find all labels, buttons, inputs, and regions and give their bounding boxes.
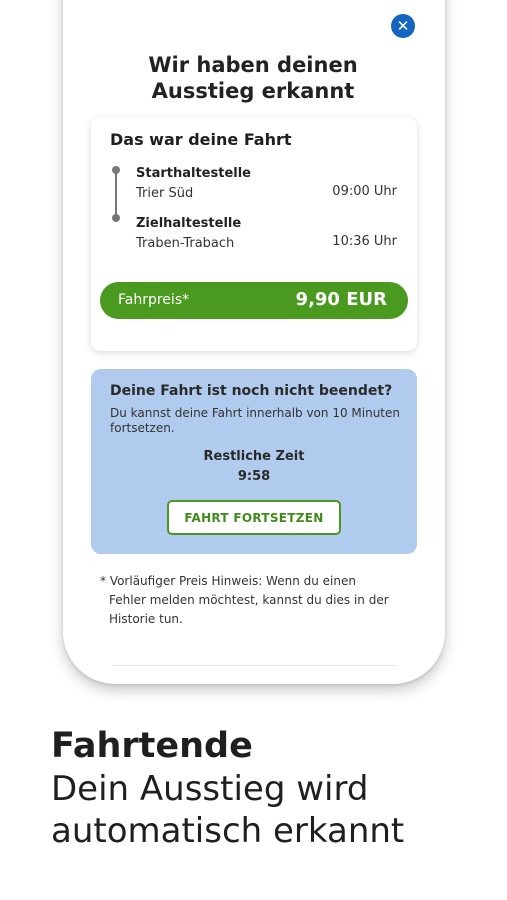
remaining-time-value: 9:58 <box>237 469 271 484</box>
timeline-start-dot <box>112 166 120 174</box>
timeline-line <box>115 169 117 218</box>
footnote-line-3: Historie tun. <box>109 612 183 626</box>
price-footnote: * Vorläufiger Preis Hinweis: Wenn du ein… <box>100 572 400 629</box>
price-value: 9,90 EUR <box>295 289 387 310</box>
title-line-2: Ausstieg erkannt <box>151 79 355 103</box>
end-stop-name: Traben-Trabach <box>136 236 235 251</box>
start-time: 09:00 Uhr <box>332 184 397 199</box>
close-icon: ✕ <box>396 16 410 35</box>
title-line-1: Wir haben deinen <box>148 53 358 77</box>
marketing-subtitle: Dein Ausstieg wird automatisch erkannt <box>51 768 491 852</box>
continue-ride-card: Deine Fahrt ist noch nicht beendet? Du k… <box>91 369 417 554</box>
price-bar: Fahrpreis* 9,90 EUR <box>100 282 408 319</box>
end-stop-label: Zielhaltestelle <box>136 216 242 231</box>
start-stop-label: Starthaltestelle <box>136 166 251 181</box>
continue-title: Deine Fahrt ist noch nicht beendet? <box>110 383 393 399</box>
footnote-line-2: Fehler melden möchtest, kannst du dies i… <box>109 593 389 607</box>
ride-card-title: Das war deine Fahrt <box>110 130 292 149</box>
close-button[interactable]: ✕ <box>391 14 415 38</box>
marketing-line-2: automatisch erkannt <box>51 811 405 851</box>
remaining-time-label: Restliche Zeit <box>203 449 305 464</box>
footnote-line-1: * Vorläufiger Preis Hinweis: Wenn du ein… <box>100 574 356 588</box>
marketing-title: Fahrtende <box>51 726 253 766</box>
divider <box>112 665 398 666</box>
timeline-end-dot <box>112 214 120 222</box>
marketing-line-1: Dein Ausstieg wird <box>51 769 369 809</box>
end-time: 10:36 Uhr <box>332 234 397 249</box>
start-stop-name: Trier Süd <box>136 186 194 201</box>
price-label: Fahrpreis* <box>118 292 190 308</box>
continue-text: Du kannst deine Fahrt innerhalb von 10 M… <box>110 406 400 435</box>
ride-summary-card: Das war deine Fahrt Starthaltestelle Tri… <box>91 117 417 351</box>
continue-ride-button[interactable]: FAHRT FORTSETZEN <box>167 500 341 535</box>
page-title: Wir haben deinen Ausstieg erkannt <box>100 52 406 104</box>
